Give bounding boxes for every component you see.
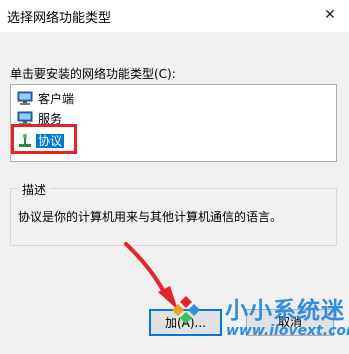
description-text: 协议是你的计算机用来与其他计算机通信的语言。 — [18, 210, 283, 224]
window-title: 选择网络功能类型 — [7, 11, 112, 26]
annotation-highlight-box — [11, 124, 77, 154]
close-icon[interactable]: ✕ — [315, 4, 345, 26]
description-group-title: 描述 — [18, 181, 51, 198]
watermark-url: www.ilovext.com — [226, 323, 349, 339]
watermark-brand: 小小系统迷 — [225, 298, 345, 324]
watermark-logo-icon — [172, 296, 200, 324]
computer-icon — [17, 91, 33, 107]
list-item-label: 客户端 — [38, 91, 75, 106]
title-bar: 选择网络功能类型 ✕ — [0, 0, 349, 32]
list-prompt-label: 单击要安装的网络功能类型(C): — [10, 67, 176, 81]
list-item-client[interactable]: 客户端 — [17, 89, 76, 107]
